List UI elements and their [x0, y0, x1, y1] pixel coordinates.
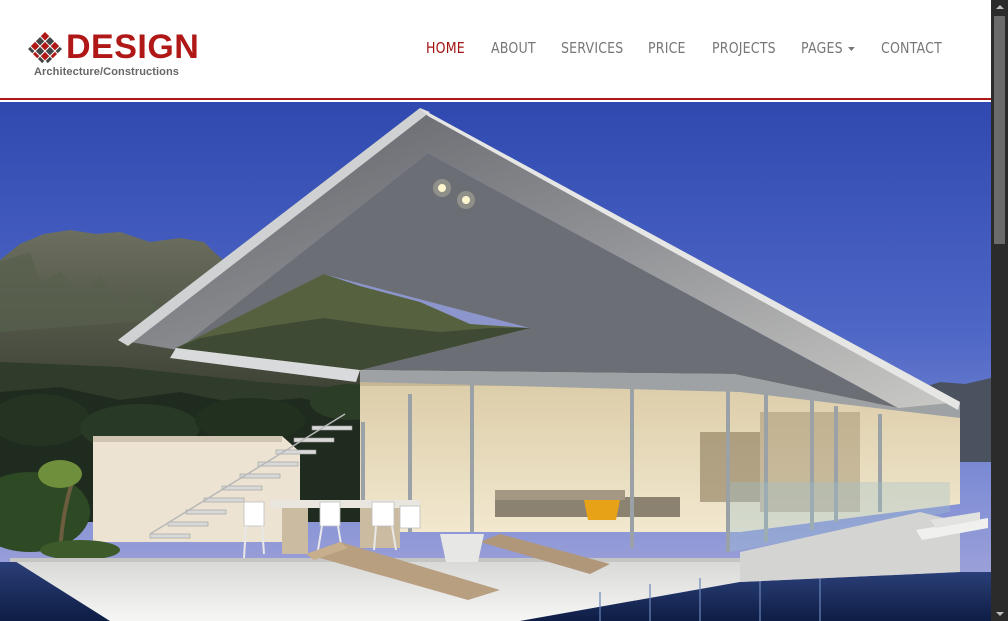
hero-image — [0, 102, 991, 621]
page-scrollbar[interactable] — [991, 0, 1008, 621]
nav-pages-dropdown[interactable]: PAGES — [801, 38, 855, 60]
nav-home[interactable]: HOME — [426, 38, 465, 60]
nav-price-label: PRICE — [648, 39, 686, 57]
scroll-down-button[interactable] — [991, 607, 1008, 621]
nav-price[interactable]: PRICE — [648, 38, 686, 60]
arrow-up-icon — [995, 5, 1004, 9]
logo-tagline: Architecture/Constructions — [34, 66, 180, 78]
nav-projects-label: PROJECTS — [712, 39, 776, 57]
main-navigation: HOME ABOUT SERVICES PRICE PROJECTS PAGES… — [0, 38, 991, 60]
nav-projects[interactable]: PROJECTS — [712, 38, 776, 60]
arrow-down-icon — [995, 612, 1004, 616]
nav-contact[interactable]: CONTACT — [881, 38, 942, 60]
nav-contact-label: CONTACT — [881, 39, 942, 57]
caret-down-icon — [847, 46, 855, 51]
nav-about-label: ABOUT — [491, 39, 536, 57]
nav-services[interactable]: SERVICES — [561, 38, 623, 60]
nav-home-label: HOME — [426, 39, 465, 57]
nav-pages-label: PAGES — [801, 39, 843, 57]
nav-about[interactable]: ABOUT — [491, 38, 536, 60]
scroll-thumb[interactable] — [994, 16, 1005, 244]
site-header: DESIGN Architecture/Constructions HOME A… — [0, 0, 991, 100]
nav-services-label: SERVICES — [561, 39, 624, 57]
scroll-up-button[interactable] — [991, 0, 1008, 14]
